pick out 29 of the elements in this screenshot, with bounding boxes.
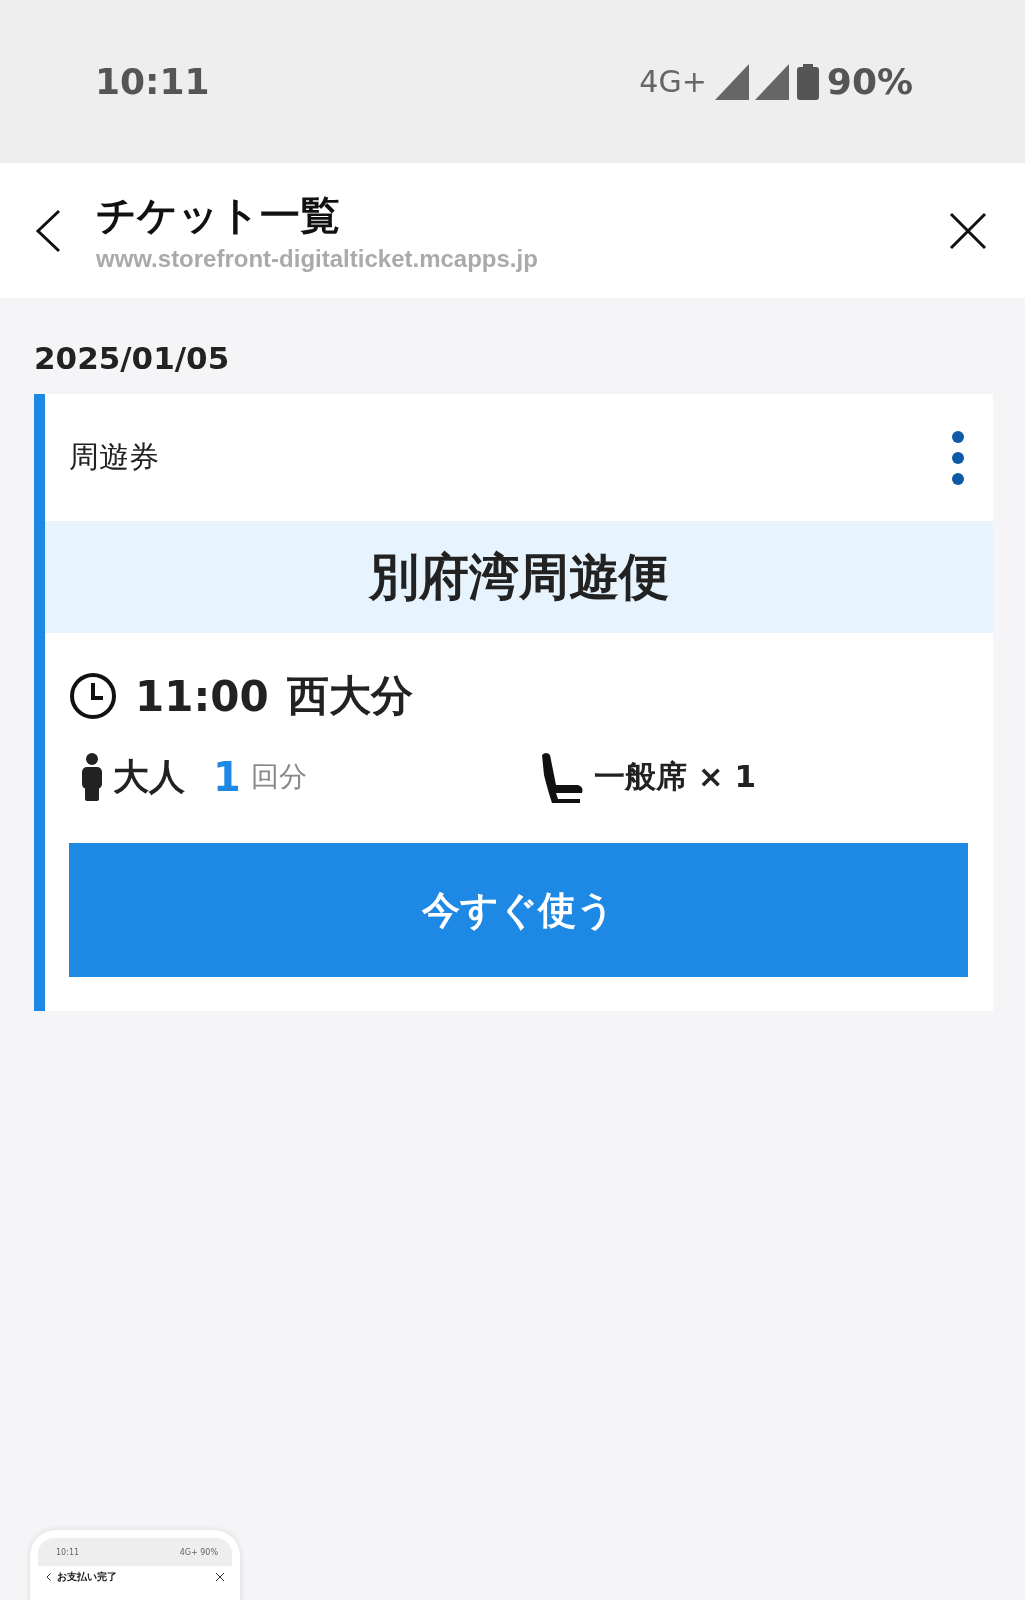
route-name: 別府湾周遊便 [369,546,669,608]
departure-place: 西大分 [286,670,413,722]
page-url: www.storefront-digitalticket.mcapps.jp [96,245,539,273]
battery-icon [796,63,819,100]
battery-level: 90% [826,61,913,102]
ticket-date: 2025/01/05 [34,340,231,376]
use-now-button[interactable]: 今すぐ使う [69,843,968,977]
departure-time: 11:00 [135,671,269,721]
preview-status: 4G+ 90% [179,1547,218,1557]
count-unit: 回分 [250,759,307,795]
preview-back-icon [46,1573,51,1581]
ride-count: 1 [213,754,241,800]
clock-icon [69,672,117,720]
preview-close-icon [216,1573,224,1581]
person-icon [81,753,103,801]
seat-class: 一般席 × 1 [594,757,757,796]
passenger-type: 大人 [113,754,185,799]
network-type: 4G+ [639,64,707,99]
back-button[interactable] [34,208,62,253]
screenshot-preview[interactable]: 10:11 4G+ 90% お支払い完了 [30,1530,240,1600]
close-button[interactable] [949,211,987,250]
page-title: チケット一覧 [96,191,341,240]
preview-time: 10:11 [56,1547,80,1557]
seat-icon [540,751,584,803]
preview-title: お支払い完了 [57,1570,118,1584]
clock-time: 10:11 [95,61,210,102]
signal-icon [714,63,789,100]
more-options-button[interactable] [951,429,965,486]
ticket-type: 周遊券 [69,438,159,476]
